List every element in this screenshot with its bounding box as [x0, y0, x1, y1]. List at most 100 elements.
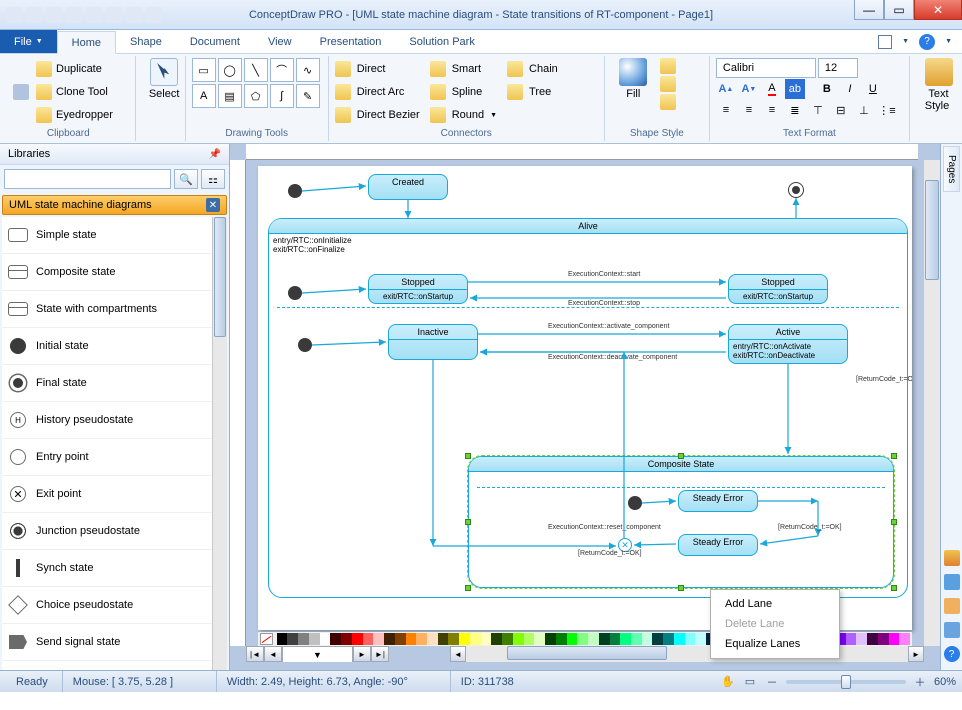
selection-handle[interactable]: [465, 585, 471, 591]
italic-button[interactable]: I: [840, 79, 860, 99]
library-scrollbar[interactable]: [212, 217, 227, 670]
selection-handle[interactable]: [891, 585, 897, 591]
tool-curve[interactable]: ∿: [296, 58, 320, 82]
color-swatch[interactable]: [867, 633, 878, 645]
conn-round[interactable]: Round ▼: [430, 104, 497, 126]
qat-new-icon[interactable]: [26, 7, 42, 23]
zoom-slider[interactable]: [786, 680, 906, 684]
hscroll-thumb[interactable]: [507, 646, 667, 660]
vscroll-thumb[interactable]: [925, 180, 939, 280]
ctx-equalize-lanes[interactable]: Equalize Lanes: [711, 634, 839, 654]
close-button[interactable]: ✕: [914, 0, 962, 20]
initial-state[interactable]: [288, 286, 302, 300]
library-item[interactable]: Choice pseudostate: [2, 587, 227, 624]
selection-handle[interactable]: [891, 519, 897, 525]
selection-handle[interactable]: [678, 453, 684, 459]
no-color-swatch[interactable]: [260, 633, 273, 645]
zoom-percent[interactable]: 60%: [934, 676, 956, 688]
selection-handle[interactable]: [891, 453, 897, 459]
qat-refresh-icon[interactable]: [146, 7, 162, 23]
fill-button[interactable]: Fill: [611, 58, 656, 100]
drawing-tools-grid[interactable]: ▭ ◯ ╲ ⌒ ∿ A ▤ ⬠ ∫ ✎: [192, 58, 322, 108]
color-swatch[interactable]: [567, 633, 578, 645]
color-swatch[interactable]: [685, 633, 696, 645]
conn-chain[interactable]: Chain: [507, 58, 558, 80]
color-swatch[interactable]: [481, 633, 492, 645]
color-swatch[interactable]: [899, 633, 910, 645]
color-swatch[interactable]: [513, 633, 524, 645]
conn-spline[interactable]: Spline: [430, 81, 497, 103]
color-swatch[interactable]: [373, 633, 384, 645]
color-swatch[interactable]: [470, 633, 481, 645]
underline-button[interactable]: U: [863, 79, 883, 99]
tab-last-button[interactable]: ►|: [371, 646, 389, 662]
rt-tool-1[interactable]: [944, 550, 960, 566]
initial-state[interactable]: [298, 338, 312, 352]
valign-mid-button[interactable]: ⊟: [831, 100, 851, 120]
color-swatch[interactable]: [416, 633, 427, 645]
tool-text[interactable]: A: [192, 84, 216, 108]
pages-tab[interactable]: Pages: [943, 146, 960, 192]
color-swatch[interactable]: [320, 633, 331, 645]
close-library-icon[interactable]: ✕: [206, 198, 220, 212]
tab-solution-park[interactable]: Solution Park: [395, 30, 488, 53]
color-swatch[interactable]: [610, 633, 621, 645]
shrink-font-button[interactable]: A▼: [739, 79, 759, 99]
selection-handle[interactable]: [465, 453, 471, 459]
color-swatch[interactable]: [534, 633, 545, 645]
rt-tool-3[interactable]: [944, 598, 960, 614]
library-item[interactable]: Junction pseudostate: [2, 513, 227, 550]
library-item[interactable]: Send signal state: [2, 624, 227, 661]
library-item[interactable]: Initial state: [2, 328, 227, 365]
rt-help-button[interactable]: ?: [944, 646, 960, 662]
color-swatch[interactable]: [298, 633, 309, 645]
search-button[interactable]: 🔍: [174, 169, 198, 189]
color-swatch[interactable]: [277, 633, 288, 645]
minimize-button[interactable]: —: [854, 0, 884, 20]
library-item[interactable]: Entry point: [2, 439, 227, 476]
tab-next-button[interactable]: ►: [353, 646, 371, 662]
state-inactive[interactable]: Inactive: [388, 324, 478, 360]
color-swatch[interactable]: [577, 633, 588, 645]
color-swatch[interactable]: [545, 633, 556, 645]
highlight-button[interactable]: ab: [785, 79, 805, 99]
hscroll-right[interactable]: ►: [908, 646, 924, 662]
library-item[interactable]: Synch state: [2, 550, 227, 587]
color-swatch[interactable]: [556, 633, 567, 645]
tool-ellipse[interactable]: ◯: [218, 58, 242, 82]
color-swatch[interactable]: [363, 633, 374, 645]
font-color-button[interactable]: A: [762, 79, 782, 99]
color-swatch[interactable]: [599, 633, 610, 645]
text-style-button[interactable]: Text Style: [916, 58, 961, 112]
color-swatch[interactable]: [384, 633, 395, 645]
color-swatch[interactable]: [309, 633, 320, 645]
state-steady-error-1[interactable]: Steady Error: [678, 490, 758, 512]
align-right-button[interactable]: ≡: [762, 100, 782, 120]
color-swatch[interactable]: [427, 633, 438, 645]
tab-document[interactable]: Document: [176, 30, 254, 53]
tool-rect[interactable]: ▭: [192, 58, 216, 82]
color-swatch[interactable]: [448, 633, 459, 645]
selection-handle[interactable]: [678, 585, 684, 591]
tool-freeform[interactable]: ✎: [296, 84, 320, 108]
final-state[interactable]: [788, 182, 804, 198]
color-swatch[interactable]: [663, 633, 674, 645]
tool-bezier[interactable]: ∫: [270, 84, 294, 108]
align-center-button[interactable]: ≡: [739, 100, 759, 120]
state-stopped-1[interactable]: Stoppedexit/RTC::onStartup: [368, 274, 468, 304]
qat-save-icon[interactable]: [66, 7, 82, 23]
tab-home[interactable]: Home: [57, 31, 116, 54]
vscroll[interactable]: [924, 160, 940, 646]
tab-file[interactable]: File ▼: [0, 30, 57, 53]
state-created[interactable]: Created: [368, 174, 448, 200]
color-swatch[interactable]: [652, 633, 663, 645]
tool-line[interactable]: ╲: [244, 58, 268, 82]
eyedropper-button[interactable]: Eyedropper: [36, 104, 129, 126]
qat-print-icon[interactable]: [86, 7, 102, 23]
maximize-button[interactable]: ▭: [884, 0, 914, 20]
ctx-add-lane[interactable]: Add Lane: [711, 594, 839, 614]
align-left-button[interactable]: ≡: [716, 100, 736, 120]
color-swatch[interactable]: [620, 633, 631, 645]
color-swatch[interactable]: [341, 633, 352, 645]
rt-tool-2[interactable]: [944, 574, 960, 590]
